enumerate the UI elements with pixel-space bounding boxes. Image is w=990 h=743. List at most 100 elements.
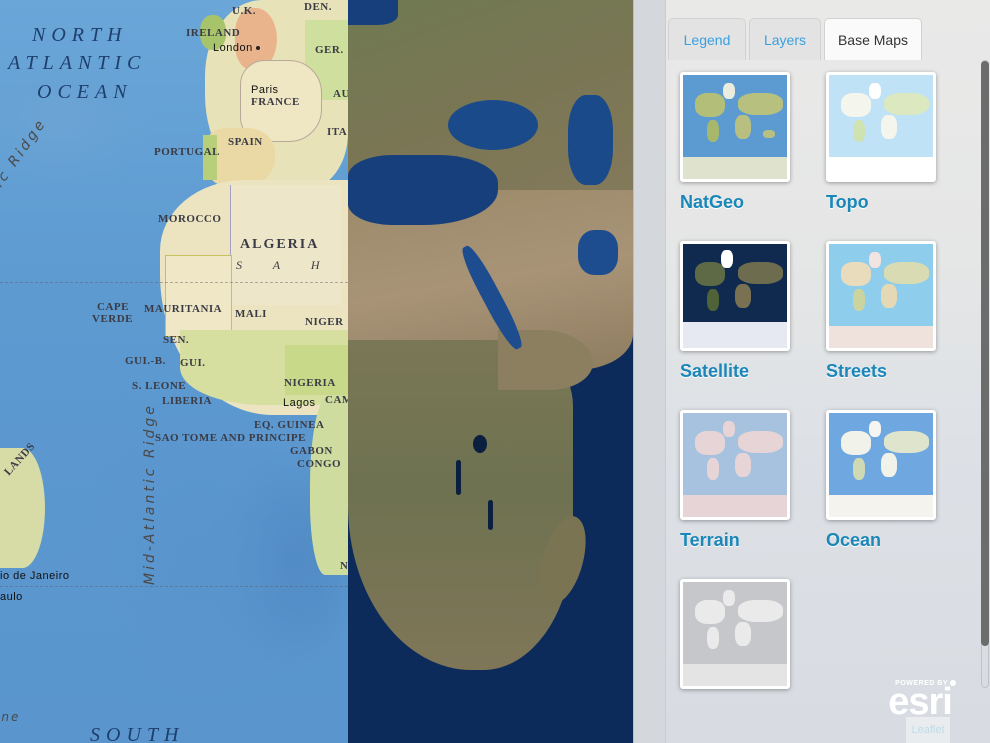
mini-land [723, 421, 735, 437]
basemap-tile-gray[interactable] [680, 579, 792, 699]
side-panel: Legend Layers Base Maps NatGeo Topo Sate… [665, 0, 990, 743]
mini-land [841, 431, 871, 455]
natgeo-basemap-layer[interactable]: NORTH ATLANTIC OCEAN SOUTH Mid-Atlantic … [0, 0, 348, 743]
basemap-label[interactable]: Ocean [826, 530, 938, 551]
country-label: NIGER [305, 316, 344, 328]
mini-land [707, 458, 719, 480]
basemap-thumbnail-terrain[interactable] [680, 410, 790, 520]
mini-land [695, 93, 725, 117]
feature-label: tic Ridge [0, 115, 50, 198]
mini-land [735, 115, 751, 139]
mini-land [723, 590, 735, 606]
country-label: N [340, 560, 348, 572]
panel-collapse-strip[interactable] [633, 0, 665, 743]
esri-logo[interactable]: POWERED BY esri [884, 680, 956, 723]
satellite-basemap-layer[interactable] [348, 0, 633, 743]
country-label: SEN. [163, 334, 190, 346]
country-label: DEN. [304, 1, 332, 13]
country-label: LIBERIA [162, 395, 212, 407]
city-label-sao-paulo: aulo [0, 591, 23, 603]
tab-layers[interactable]: Layers [749, 18, 821, 60]
sat-lake-tanganyika [456, 460, 461, 495]
scrollbar-thumb[interactable] [981, 61, 989, 646]
basemap-label[interactable]: Streets [826, 361, 938, 382]
basemap-tile-streets[interactable]: Streets [826, 241, 938, 382]
basemap-thumbnail-gray[interactable] [680, 579, 790, 689]
country-label: PORTUGAL [154, 146, 220, 158]
mini-land [869, 83, 881, 99]
sat-sea-black-sea [448, 100, 538, 150]
country-label: GUI. [180, 357, 206, 369]
city-label-london: London [213, 42, 260, 54]
mini-land [735, 453, 751, 477]
mini-land [735, 284, 751, 308]
basemap-label[interactable]: Terrain [680, 530, 792, 551]
esri-wordmark: esri [888, 681, 953, 723]
country-label: AU [333, 88, 348, 100]
basemap-label[interactable]: Satellite [680, 361, 792, 382]
mini-land [884, 93, 929, 115]
country-label: ITA [327, 126, 348, 138]
city-name: London [213, 42, 253, 54]
basemap-thumbnail-streets[interactable] [826, 241, 936, 351]
basemap-thumbnail-natgeo[interactable] [680, 72, 790, 182]
country-label: VERDE [92, 313, 134, 325]
country-label: GER. [315, 44, 344, 56]
mini-land [763, 130, 775, 138]
basemap-tile-topo[interactable]: Topo [826, 72, 938, 213]
mini-land [738, 93, 783, 115]
mini-antarctica [683, 495, 787, 517]
mini-land [723, 83, 735, 99]
city-marker-icon [255, 46, 260, 51]
basemap-tile-ocean[interactable]: Ocean [826, 410, 938, 551]
mini-land [721, 250, 733, 268]
basemap-gallery: NatGeo Topo Satellite Streets Terrain Oc… [666, 60, 976, 743]
region-label: S A H A [236, 258, 348, 272]
mini-land [884, 262, 929, 284]
country-label: IRELAND [186, 27, 241, 39]
mini-antarctica [683, 664, 787, 686]
mini-land [707, 627, 719, 649]
country-label: MAURITANIA [144, 303, 223, 315]
mini-land [841, 93, 871, 117]
graticule-line [0, 282, 348, 283]
ocean-label: NORTH [32, 24, 128, 46]
mini-land [869, 252, 881, 268]
mini-antarctica [829, 326, 933, 348]
tab-legend[interactable]: Legend [668, 18, 746, 60]
mini-land [853, 458, 865, 480]
sat-sea-mediterranean [348, 155, 498, 225]
country-label: GABON [290, 445, 333, 457]
country-label: SPAIN [228, 136, 263, 148]
basemap-thumbnail-satellite[interactable] [680, 241, 790, 351]
country-label: ALGERIA [240, 237, 320, 252]
mini-land [881, 453, 897, 477]
basemap-label[interactable]: Topo [826, 192, 938, 213]
country-label: GUI.-B. [125, 355, 166, 367]
sat-sea-persian-gulf [578, 230, 618, 275]
country-label: MALI [235, 308, 267, 320]
basemap-tile-terrain[interactable]: Terrain [680, 410, 792, 551]
mini-land [738, 262, 783, 284]
mini-land [853, 289, 865, 311]
mini-land [869, 421, 881, 437]
city-label-rio: io de Janeiro [0, 570, 70, 582]
country-label: NIGERIA [284, 377, 336, 389]
mini-land [695, 600, 725, 624]
mini-land [884, 431, 929, 453]
country-label: FRANCE [251, 96, 300, 108]
basemap-thumbnail-topo[interactable] [826, 72, 936, 182]
mini-land [853, 120, 865, 142]
basemap-tile-satellite[interactable]: Satellite [680, 241, 792, 382]
leaflet-attribution-link[interactable]: Leaflet [906, 717, 950, 743]
sat-sea-baltic [348, 0, 398, 25]
country-label: MOROCCO [158, 213, 222, 225]
mini-land [707, 120, 719, 142]
mini-land [707, 289, 719, 311]
basemap-tile-natgeo[interactable]: NatGeo [680, 72, 792, 213]
tab-base-maps[interactable]: Base Maps [824, 18, 922, 60]
country-label: CAM [325, 394, 348, 406]
basemap-label[interactable]: NatGeo [680, 192, 792, 213]
feature-label: ine [0, 710, 21, 724]
basemap-thumbnail-ocean[interactable] [826, 410, 936, 520]
